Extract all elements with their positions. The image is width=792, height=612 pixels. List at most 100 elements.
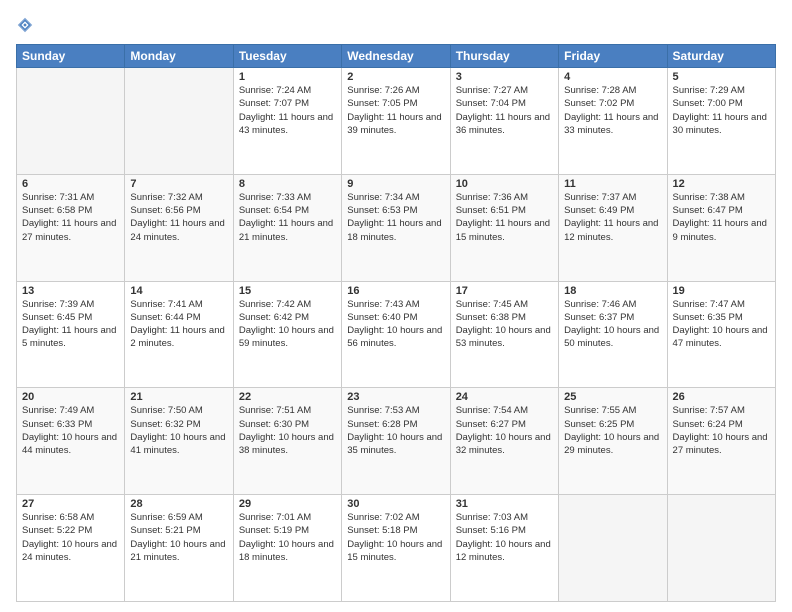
day-number: 25 — [564, 391, 661, 403]
day-number: 14 — [130, 285, 227, 297]
day-info: Sunrise: 7:47 AMSunset: 6:35 PMDaylight:… — [673, 299, 768, 350]
day-number: 4 — [564, 71, 661, 83]
day-number: 24 — [456, 391, 553, 403]
day-info: Sunrise: 7:55 AMSunset: 6:25 PMDaylight:… — [564, 405, 659, 456]
day-cell: 20 Sunrise: 7:49 AMSunset: 6:33 PMDayligh… — [17, 388, 125, 495]
page: SundayMondayTuesdayWednesdayThursdayFrid… — [0, 0, 792, 612]
day-info: Sunrise: 7:39 AMSunset: 6:45 PMDaylight:… — [22, 299, 116, 350]
day-info: Sunrise: 7:42 AMSunset: 6:42 PMDaylight:… — [239, 299, 334, 350]
dow-header-monday: Monday — [125, 45, 233, 68]
day-info: Sunrise: 7:53 AMSunset: 6:28 PMDaylight:… — [347, 405, 442, 456]
dow-header-friday: Friday — [559, 45, 667, 68]
day-info: Sunrise: 7:31 AMSunset: 6:58 PMDaylight:… — [22, 192, 116, 243]
day-number: 15 — [239, 285, 336, 297]
day-number: 6 — [22, 178, 119, 190]
day-info: Sunrise: 7:02 AMSunset: 5:18 PMDaylight:… — [347, 512, 442, 563]
day-cell: 11Sunrise: 7:37 AMSunset: 6:49 PMDayligh… — [559, 174, 667, 281]
day-info: Sunrise: 7:27 AMSunset: 7:04 PMDaylight:… — [456, 85, 550, 136]
logo — [16, 16, 36, 34]
day-cell: 3Sunrise: 7:27 AMSunset: 7:04 PMDaylight… — [450, 68, 558, 175]
day-cell — [559, 495, 667, 602]
day-info: Sunrise: 6:58 AMSunset: 5:22 PMDaylight:… — [22, 512, 117, 563]
day-cell: 1 Sunrise: 7:24 AMSunset: 7:07 PMDaylight… — [233, 68, 341, 175]
day-cell: 2 Sunrise: 7:26 AMSunset: 7:05 PMDaylight… — [342, 68, 450, 175]
day-number: 16 — [347, 285, 444, 297]
day-number: 9 — [347, 178, 444, 190]
day-info: Sunrise: 7:45 AMSunset: 6:38 PMDaylight:… — [456, 299, 551, 350]
day-cell: 10 Sunrise: 7:36 AMSunset: 6:51 PMDayligh… — [450, 174, 558, 281]
logo-icon — [16, 16, 34, 34]
day-number: 1 — [239, 71, 336, 83]
day-info: Sunrise: 7:57 AMSunset: 6:24 PMDaylight:… — [673, 405, 768, 456]
day-number: 12 — [673, 178, 770, 190]
day-info: Sunrise: 7:51 AMSunset: 6:30 PMDaylight:… — [239, 405, 334, 456]
day-info: Sunrise: 7:34 AMSunset: 6:53 PMDaylight:… — [347, 192, 441, 243]
day-number: 21 — [130, 391, 227, 403]
day-cell: 30 Sunrise: 7:02 AMSunset: 5:18 PMDayligh… — [342, 495, 450, 602]
day-number: 11 — [564, 178, 661, 190]
day-cell: 15 Sunrise: 7:42 AMSunset: 6:42 PMDayligh… — [233, 281, 341, 388]
day-cell: 21 Sunrise: 7:50 AMSunset: 6:32 PMDayligh… — [125, 388, 233, 495]
day-cell: 16Sunrise: 7:43 AMSunset: 6:40 PMDayligh… — [342, 281, 450, 388]
day-cell — [667, 495, 775, 602]
day-info: Sunrise: 7:38 AMSunset: 6:47 PMDaylight:… — [673, 192, 767, 243]
day-info: Sunrise: 7:46 AMSunset: 6:37 PMDaylight:… — [564, 299, 659, 350]
day-number: 30 — [347, 498, 444, 510]
day-cell: 9 Sunrise: 7:34 AMSunset: 6:53 PMDaylight… — [342, 174, 450, 281]
day-info: Sunrise: 7:36 AMSunset: 6:51 PMDaylight:… — [456, 192, 550, 243]
day-info: Sunrise: 7:29 AMSunset: 7:00 PMDaylight:… — [673, 85, 767, 136]
dow-header-tuesday: Tuesday — [233, 45, 341, 68]
day-number: 27 — [22, 498, 119, 510]
day-cell: 12 Sunrise: 7:38 AMSunset: 6:47 PMDayligh… — [667, 174, 775, 281]
day-cell: 27 Sunrise: 6:58 AMSunset: 5:22 PMDayligh… — [17, 495, 125, 602]
day-number: 8 — [239, 178, 336, 190]
days-of-week-row: SundayMondayTuesdayWednesdayThursdayFrid… — [17, 45, 776, 68]
day-cell: 22 Sunrise: 7:51 AMSunset: 6:30 PMDayligh… — [233, 388, 341, 495]
day-info: Sunrise: 7:24 AMSunset: 7:07 PMDaylight:… — [239, 85, 333, 136]
day-number: 28 — [130, 498, 227, 510]
day-cell: 8Sunrise: 7:33 AMSunset: 6:54 PMDaylight… — [233, 174, 341, 281]
day-cell: 25 Sunrise: 7:55 AMSunset: 6:25 PMDayligh… — [559, 388, 667, 495]
day-info: Sunrise: 7:54 AMSunset: 6:27 PMDaylight:… — [456, 405, 551, 456]
dow-header-sunday: Sunday — [17, 45, 125, 68]
day-number: 26 — [673, 391, 770, 403]
day-number: 20 — [22, 391, 119, 403]
day-cell — [17, 68, 125, 175]
day-info: Sunrise: 7:32 AMSunset: 6:56 PMDaylight:… — [130, 192, 224, 243]
day-number: 10 — [456, 178, 553, 190]
day-cell: 24 Sunrise: 7:54 AMSunset: 6:27 PMDayligh… — [450, 388, 558, 495]
week-row-3: 13 Sunrise: 7:39 AMSunset: 6:45 PMDayligh… — [17, 281, 776, 388]
day-number: 23 — [347, 391, 444, 403]
day-info: Sunrise: 7:03 AMSunset: 5:16 PMDaylight:… — [456, 512, 551, 563]
header — [16, 16, 776, 34]
day-cell: 18 Sunrise: 7:46 AMSunset: 6:37 PMDayligh… — [559, 281, 667, 388]
day-number: 2 — [347, 71, 444, 83]
day-info: Sunrise: 7:26 AMSunset: 7:05 PMDaylight:… — [347, 85, 441, 136]
day-cell: 4 Sunrise: 7:28 AMSunset: 7:02 PMDaylight… — [559, 68, 667, 175]
day-cell: 31 Sunrise: 7:03 AMSunset: 5:16 PMDayligh… — [450, 495, 558, 602]
day-number: 29 — [239, 498, 336, 510]
day-info: Sunrise: 7:01 AMSunset: 5:19 PMDaylight:… — [239, 512, 334, 563]
day-number: 7 — [130, 178, 227, 190]
day-number: 22 — [239, 391, 336, 403]
calendar-body: 1 Sunrise: 7:24 AMSunset: 7:07 PMDaylight… — [17, 68, 776, 602]
day-cell: 26 Sunrise: 7:57 AMSunset: 6:24 PMDayligh… — [667, 388, 775, 495]
day-number: 31 — [456, 498, 553, 510]
day-number: 19 — [673, 285, 770, 297]
week-row-2: 6 Sunrise: 7:31 AMSunset: 6:58 PMDaylight… — [17, 174, 776, 281]
day-info: Sunrise: 7:50 AMSunset: 6:32 PMDaylight:… — [130, 405, 225, 456]
day-cell: 6 Sunrise: 7:31 AMSunset: 6:58 PMDaylight… — [17, 174, 125, 281]
day-cell: 5Sunrise: 7:29 AMSunset: 7:00 PMDaylight… — [667, 68, 775, 175]
dow-header-saturday: Saturday — [667, 45, 775, 68]
day-cell: 14Sunrise: 7:41 AMSunset: 6:44 PMDayligh… — [125, 281, 233, 388]
dow-header-wednesday: Wednesday — [342, 45, 450, 68]
day-number: 18 — [564, 285, 661, 297]
day-info: Sunrise: 7:49 AMSunset: 6:33 PMDaylight:… — [22, 405, 117, 456]
week-row-1: 1 Sunrise: 7:24 AMSunset: 7:07 PMDaylight… — [17, 68, 776, 175]
day-number: 13 — [22, 285, 119, 297]
day-cell: 23 Sunrise: 7:53 AMSunset: 6:28 PMDayligh… — [342, 388, 450, 495]
day-number: 17 — [456, 285, 553, 297]
day-info: Sunrise: 7:28 AMSunset: 7:02 PMDaylight:… — [564, 85, 658, 136]
week-row-5: 27 Sunrise: 6:58 AMSunset: 5:22 PMDayligh… — [17, 495, 776, 602]
day-info: Sunrise: 6:59 AMSunset: 5:21 PMDaylight:… — [130, 512, 225, 563]
